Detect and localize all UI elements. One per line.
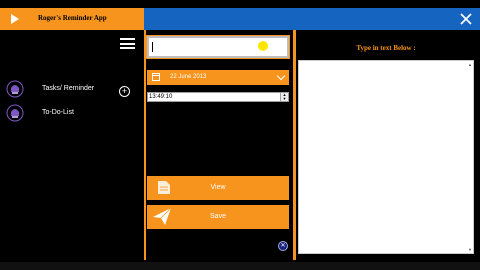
time-spinner[interactable]: ▲ ▼ [280,93,288,101]
scroll-up-icon[interactable]: ▲ [468,62,472,67]
view-button[interactable]: View [147,176,289,200]
time-value: 13:49:10 [149,94,173,100]
sidebar-item-label: To-Do-List [42,109,74,116]
cancel-icon[interactable]: ✕ [278,241,288,251]
text-cursor [152,42,153,52]
bell-icon [6,80,24,98]
close-icon[interactable] [458,11,474,27]
app-title-bar: Roger's Reminder App [0,8,144,30]
reminder-text-input[interactable] [146,35,290,59]
sidebar-item-to-do-list[interactable]: To-Do-List [4,104,134,124]
scroll-down-icon[interactable]: ▼ [468,247,472,252]
notes-heading: Type in text Below : [356,44,416,52]
window-title-bar [144,8,480,30]
date-value: 22 June 2013 [170,74,207,80]
time-picker[interactable]: 13:49:10 ▲ ▼ [147,92,289,102]
menu-icon[interactable] [120,38,135,49]
sidebar [0,30,144,262]
app-title: Roger's Reminder App [38,14,107,22]
add-icon[interactable]: + [119,86,130,97]
panel-divider [144,30,146,260]
spin-down-icon[interactable]: ▼ [281,97,288,101]
bell-icon [6,104,24,122]
sidebar-item-label: Tasks/ Reminder [42,85,95,92]
sidebar-item-tasks-reminder[interactable]: Tasks/ Reminder [4,80,134,100]
view-button-label: View [210,184,226,191]
play-icon[interactable] [11,14,19,24]
notes-textarea[interactable]: ▲ ▼ [298,60,474,254]
chevron-down-icon[interactable] [276,71,286,81]
save-button[interactable]: Save [147,205,289,229]
calendar-icon [152,73,160,81]
mouse-pointer-highlight [258,41,268,51]
date-picker[interactable]: 22 June 2013 [147,70,289,85]
taskbar-strip [0,262,480,270]
save-button-label: Save [210,213,226,220]
